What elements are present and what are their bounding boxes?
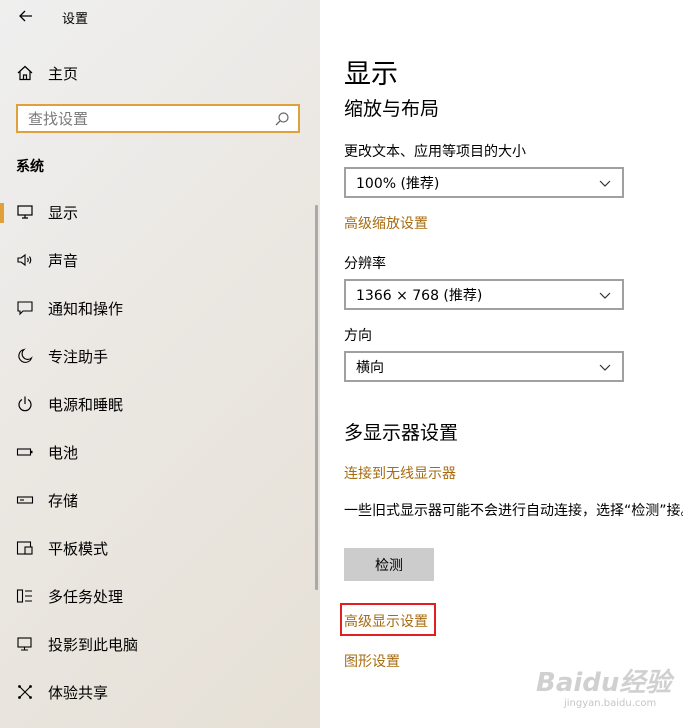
sidebar-item-label: 电源和睡眠 — [48, 395, 124, 414]
advanced-scaling-link[interactable]: 高级缩放设置 — [344, 213, 428, 233]
sidebar-item-project-to-pc[interactable]: 投影到此电脑 — [0, 620, 320, 668]
sidebar-item-power[interactable]: 电源和睡眠 — [0, 380, 320, 428]
sidebar-item-label: 声音 — [48, 251, 79, 270]
chevron-down-icon — [599, 292, 611, 299]
search-icon[interactable] — [274, 111, 290, 127]
sidebar-item-display[interactable]: 显示 — [0, 188, 320, 236]
sidebar-item-label: 投影到此电脑 — [48, 635, 139, 654]
sidebar-item-label: 体验共享 — [48, 683, 109, 702]
sidebar-item-tablet-mode[interactable]: 平板模式 — [0, 524, 320, 572]
watermark-url: jingyan.baidu.com — [564, 698, 657, 709]
sidebar-item-label: 存储 — [48, 491, 79, 510]
sidebar: 设置 主页 系统 显示 声音 — [0, 0, 320, 728]
storage-icon — [16, 496, 34, 504]
text-size-value: 100% (推荐) — [356, 175, 440, 192]
sidebar-item-multitasking[interactable]: 多任务处理 — [0, 572, 320, 620]
annotation-highlight-box — [340, 603, 436, 636]
nav-list: 显示 声音 通知和操作 专注助手 电源和睡眠 电池 存储 平板模式 多任务处理 … — [0, 188, 320, 716]
orientation-dropdown[interactable]: 横向 — [344, 351, 624, 382]
sidebar-item-sound[interactable]: 声音 — [0, 236, 320, 284]
chevron-down-icon — [599, 180, 611, 187]
sidebar-item-label: 显示 — [48, 203, 79, 222]
legacy-display-text: 一些旧式显示器可能不会进行自动连接，选择“检测”接。 — [344, 503, 683, 519]
sidebar-item-label: 专注助手 — [48, 347, 109, 366]
text-size-dropdown[interactable]: 100% (推荐) — [344, 167, 624, 198]
sidebar-item-label: 电池 — [48, 443, 79, 462]
orientation-value: 横向 — [356, 359, 384, 376]
resolution-value: 1366 × 768 (推荐) — [356, 287, 483, 304]
detect-button[interactable]: 检测 — [344, 548, 434, 581]
section-title: 系统 — [16, 159, 44, 175]
watermark: Baidu经验 — [536, 668, 672, 698]
scale-layout-heading: 缩放与布局 — [344, 98, 440, 120]
sidebar-item-battery[interactable]: 电池 — [0, 428, 320, 476]
project-icon — [17, 637, 32, 651]
connect-wireless-display-link[interactable]: 连接到无线显示器 — [344, 463, 456, 483]
power-icon — [18, 396, 32, 412]
back-arrow-icon — [19, 10, 32, 22]
monitor-icon — [17, 205, 33, 219]
moon-icon — [18, 348, 33, 363]
resolution-label: 分辨率 — [344, 256, 386, 272]
chevron-down-icon — [599, 364, 611, 371]
sidebar-item-storage[interactable]: 存储 — [0, 476, 320, 524]
home-link[interactable]: 主页 — [16, 62, 78, 84]
share-icon — [18, 685, 32, 699]
battery-icon — [16, 448, 33, 456]
sidebar-item-label: 通知和操作 — [48, 299, 124, 318]
sidebar-item-label: 平板模式 — [48, 539, 109, 558]
home-label: 主页 — [48, 64, 79, 83]
sidebar-item-label: 多任务处理 — [48, 587, 124, 606]
sidebar-item-focus-assist[interactable]: 专注助手 — [0, 332, 320, 380]
page-title: 显示 — [344, 59, 398, 90]
speaker-icon — [17, 253, 32, 267]
main-panel: 显示 缩放与布局 更改文本、应用等项目的大小 100% (推荐) 高级缩放设置 … — [320, 0, 683, 728]
message-icon — [17, 301, 33, 316]
multitask-icon — [16, 589, 32, 603]
tablet-icon — [16, 541, 33, 555]
home-icon — [17, 65, 33, 81]
back-button[interactable] — [16, 6, 36, 26]
orientation-label: 方向 — [344, 328, 372, 344]
search-box[interactable] — [16, 104, 300, 133]
window-title: 设置 — [62, 12, 89, 27]
multi-display-heading: 多显示器设置 — [344, 422, 459, 444]
active-indicator — [0, 203, 4, 223]
sidebar-item-shared-experiences[interactable]: 体验共享 — [0, 668, 320, 716]
graphics-settings-link[interactable]: 图形设置 — [344, 651, 400, 671]
sidebar-item-notifications[interactable]: 通知和操作 — [0, 284, 320, 332]
sidebar-scrollbar[interactable] — [315, 205, 318, 590]
resolution-dropdown[interactable]: 1366 × 768 (推荐) — [344, 279, 624, 310]
text-size-label: 更改文本、应用等项目的大小 — [344, 144, 526, 160]
search-input[interactable] — [18, 106, 274, 131]
